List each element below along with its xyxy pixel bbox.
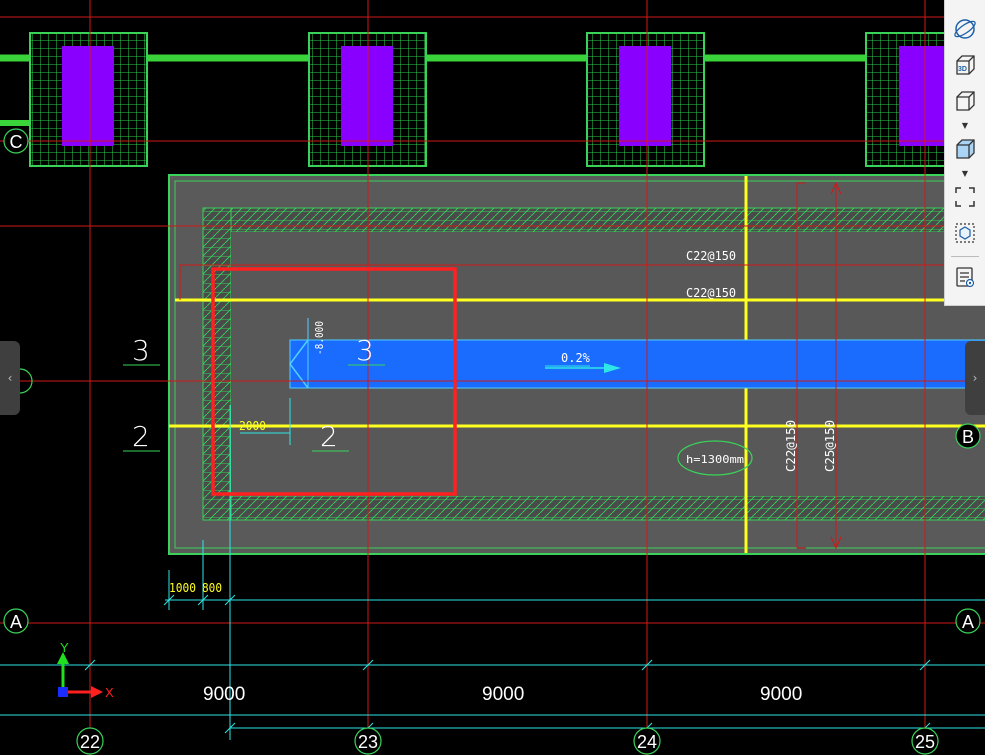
right-panel-toggle[interactable]: › <box>965 341 985 415</box>
cube-wireframe-icon <box>956 91 975 111</box>
elevation-label: -8.000 <box>313 321 326 355</box>
grid-bubble-A-left[interactable]: A <box>3 608 29 634</box>
view-toolbar: 3D ▼ ▼ <box>944 0 985 306</box>
svg-text:C: C <box>10 132 23 152</box>
grid-bubble-B[interactable]: B <box>955 423 981 449</box>
column <box>62 46 114 146</box>
svg-text:B: B <box>962 427 974 447</box>
rebar-label-vertical: C25@150 <box>823 420 837 472</box>
section-label: 3 <box>356 334 374 367</box>
svg-text:25: 25 <box>915 732 935 752</box>
view-box-icon <box>955 223 975 243</box>
wireframe-view-button[interactable] <box>949 86 981 116</box>
dimension-2000: 2000 <box>239 419 266 433</box>
grid-bubble-C[interactable]: C <box>3 128 29 154</box>
chevron-down-icon[interactable]: ▼ <box>960 170 970 178</box>
3d-view-icon: 3D <box>956 55 975 75</box>
properties-panel-icon <box>956 267 975 288</box>
svg-text:A: A <box>962 612 974 632</box>
view-box-button[interactable] <box>949 218 981 248</box>
section-label: 3 <box>132 334 150 367</box>
chevron-down-icon[interactable]: ▼ <box>960 122 970 130</box>
orbit-button[interactable] <box>949 14 981 44</box>
svg-text:23: 23 <box>358 732 378 752</box>
svg-text:Y: Y <box>60 640 69 655</box>
left-panel-toggle[interactable]: ‹ <box>0 341 20 415</box>
height-note: h=1300mm <box>686 453 744 466</box>
properties-button[interactable] <box>949 262 981 292</box>
span-dimension: 9000 <box>203 684 245 705</box>
hatch-band-left <box>202 207 232 521</box>
grid-bubble-24[interactable]: 24 <box>633 727 661 755</box>
cube-solid-icon <box>956 139 975 159</box>
grid-bubble-23[interactable]: 23 <box>354 727 382 755</box>
span-dimension: 9000 <box>482 684 524 705</box>
chevron-left-icon: ‹ <box>7 371 13 385</box>
dimension-small: 800 <box>202 581 222 595</box>
section-label: 2 <box>132 420 150 453</box>
dimension-ticks <box>84 594 931 734</box>
footing <box>29 32 148 167</box>
footing <box>586 32 705 167</box>
hatch-band-bottom <box>202 495 985 521</box>
svg-text:22: 22 <box>80 732 100 752</box>
solid-view-button[interactable] <box>949 134 981 164</box>
svg-text:X: X <box>105 685 114 700</box>
section-label: 2 <box>320 420 338 453</box>
column <box>341 46 393 146</box>
footing <box>865 32 957 167</box>
grid-bubble-25[interactable]: 25 <box>911 727 939 755</box>
fullscreen-button[interactable] <box>949 182 981 212</box>
svg-text:3D: 3D <box>958 66 967 73</box>
rebar-label: C22@150 <box>686 286 736 300</box>
column <box>619 46 671 146</box>
toolbar-divider <box>951 256 979 257</box>
orbit-icon <box>954 19 976 39</box>
rebar-label: C22@150 <box>686 249 736 263</box>
chevron-right-icon: › <box>972 371 978 385</box>
fullscreen-icon <box>955 187 975 207</box>
span-dimension: 9000 <box>760 684 802 705</box>
svg-text:A: A <box>10 612 22 632</box>
grid-bubble-22[interactable]: 22 <box>76 727 104 755</box>
hatch-band-top <box>202 207 985 233</box>
grid-bubble-A-right[interactable]: A <box>955 608 981 634</box>
3d-view-button[interactable]: 3D <box>949 50 981 80</box>
slope-label: 0.2% <box>561 351 591 365</box>
svg-text:24: 24 <box>637 732 657 752</box>
dimension-small: 1000 <box>169 581 196 595</box>
cad-drawing-canvas[interactable]: 3 3 2 2 C22@150 C22@150 C22@150 C25@150 … <box>0 0 985 755</box>
rebar-label-vertical: C22@150 <box>784 420 798 472</box>
